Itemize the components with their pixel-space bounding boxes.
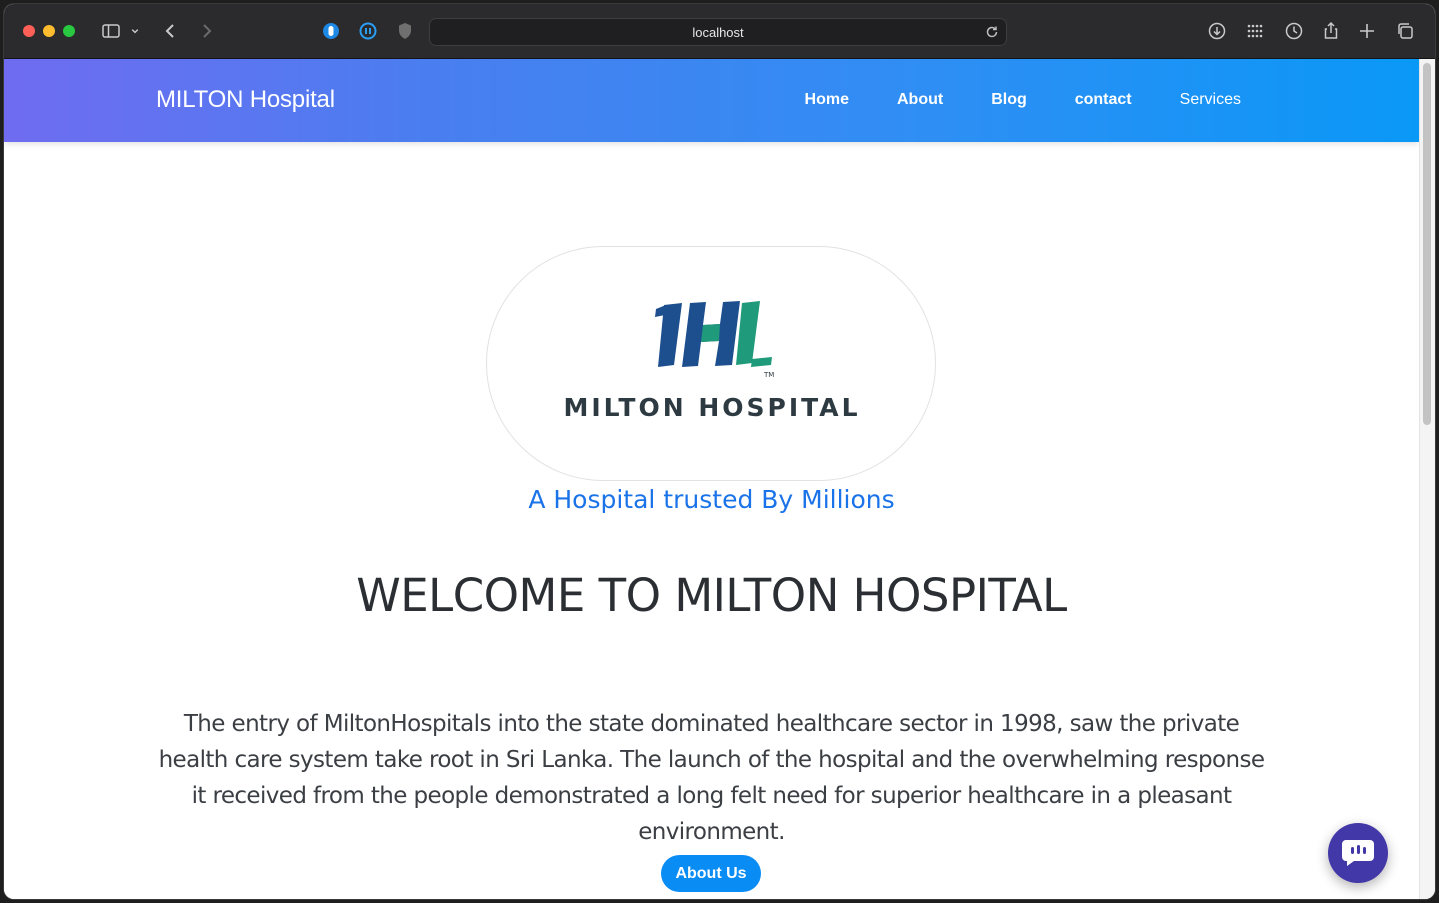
chat-widget-button[interactable] (1328, 823, 1388, 883)
nav-link-about[interactable]: About (897, 91, 943, 109)
back-icon[interactable] (160, 20, 182, 42)
browser-window: localhost MILTON Hospital Home About Blo… (4, 4, 1435, 899)
sidebar-icon[interactable] (100, 20, 122, 42)
download-icon[interactable] (1206, 20, 1228, 42)
scrollbar-thumb[interactable] (1423, 63, 1431, 425)
welcome-heading: WELCOME TO MILTON HOSPITAL (356, 569, 1067, 622)
logo-tm-mark: TM (763, 371, 774, 379)
site-brand[interactable]: MILTON Hospital (156, 86, 335, 114)
intro-paragraph: The entry of MiltonHospitals into the st… (158, 711, 1265, 845)
hero-tagline: A Hospital trusted By Millions (528, 485, 895, 514)
grid-icon[interactable] (1244, 20, 1266, 42)
nav-link-home[interactable]: Home (805, 91, 849, 109)
page-viewport: MILTON Hospital Home About Blog contact … (4, 59, 1435, 899)
logo-wordmark: MILTON HOSPITAL (563, 393, 861, 422)
extension-icon[interactable] (320, 20, 342, 42)
forward-icon[interactable] (195, 20, 217, 42)
reload-icon[interactable] (984, 24, 1000, 40)
tabs-icon[interactable] (1394, 20, 1416, 42)
close-window-button[interactable] (23, 25, 35, 37)
share-icon[interactable] (1320, 20, 1342, 42)
site-navbar: MILTON Hospital Home About Blog contact … (4, 59, 1419, 142)
hospital-logo: TM MILTON HOSPITAL (486, 246, 936, 481)
zoom-window-button[interactable] (63, 25, 75, 37)
about-us-button[interactable]: About Us (661, 855, 761, 892)
browser-toolbar: localhost (4, 4, 1435, 59)
nav-link-contact[interactable]: contact (1075, 91, 1132, 109)
url-text: localhost (692, 24, 744, 40)
pause-icon[interactable] (357, 20, 379, 42)
nav-link-services[interactable]: Services (1180, 91, 1241, 109)
milton-logo-mark-icon: TM (655, 301, 774, 379)
minimize-window-button[interactable] (43, 25, 55, 37)
page-scrollbar[interactable] (1419, 59, 1435, 899)
chat-icon (1342, 840, 1374, 866)
nav-menu: Home About Blog contact Services (805, 91, 1241, 109)
address-bar[interactable]: localhost (429, 18, 1007, 46)
clock-icon[interactable] (1283, 20, 1305, 42)
plus-icon[interactable] (1356, 20, 1378, 42)
chevron-down-icon[interactable] (128, 20, 142, 42)
shield-icon[interactable] (394, 20, 416, 42)
nav-link-blog[interactable]: Blog (991, 91, 1027, 109)
